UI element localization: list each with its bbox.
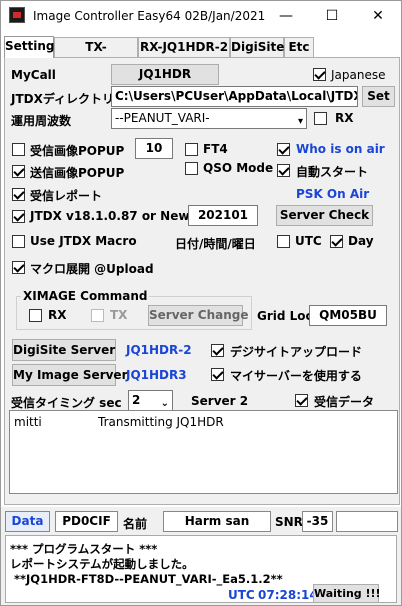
tab-tx[interactable]: TX-JQ1HDR3: [54, 37, 138, 72]
utc-checkbox[interactable]: [277, 235, 290, 248]
jtdx-version-input[interactable]: 202101: [188, 205, 258, 226]
digisite-upload-checkbox[interactable]: [211, 344, 224, 357]
rx-timing-select[interactable]: 2 ⌄: [128, 390, 173, 411]
japanese-checkbox[interactable]: [313, 68, 326, 81]
rx-timing-label: 受信タイミング sec: [11, 396, 122, 410]
auto-start-checkbox[interactable]: [277, 164, 290, 177]
psk-on-air-label[interactable]: PSK On Air: [296, 187, 369, 201]
callsign-display: PD0CIF: [55, 511, 118, 532]
tx-image-popup-checkbox[interactable]: [12, 165, 25, 178]
tab-setting[interactable]: Setting: [4, 36, 55, 58]
qso-mode-label: QSO Mode: [203, 161, 274, 175]
ximage-rx-checkbox[interactable]: [29, 309, 42, 322]
log-row-name: mitti: [14, 415, 42, 429]
minimize-button[interactable]: —: [263, 1, 309, 31]
message-line-3: **JQ1HDR-FT8D--PEANUT_VARI-_Ea5.1.2**: [14, 572, 283, 586]
rx-checkbox[interactable]: [314, 112, 327, 125]
digisite-server-button[interactable]: DigiSite Server: [12, 339, 116, 361]
jtdx-version-label: JTDX v18.1.0.87 or Newer: [30, 209, 204, 223]
use-jtdx-macro-label: Use JTDX Macro: [30, 234, 137, 248]
mycall-button[interactable]: JQ1HDR: [111, 64, 219, 85]
digisite-server-value: JQ1HDR-2: [126, 343, 192, 357]
rx-timing-value: 2: [132, 393, 141, 407]
window-title: Image Controller Easy64 02B/Jan/2021: [33, 9, 266, 23]
freq-label: 運用周波数: [11, 114, 72, 128]
tab-digisite[interactable]: DigiSite: [230, 37, 284, 57]
title-bar: Image Controller Easy64 02B/Jan/2021 — ☐…: [1, 1, 401, 31]
snr-label: SNR: [275, 515, 303, 529]
use-jtdx-macro-checkbox[interactable]: [12, 235, 25, 248]
rx-data-checkbox[interactable]: [295, 394, 308, 407]
log-row: mitti: [14, 415, 42, 429]
chevron-down-icon: ⌄: [160, 398, 169, 409]
jtdx-version-checkbox[interactable]: [12, 210, 25, 223]
rx-report-label: 受信レポート: [30, 189, 103, 203]
data-label[interactable]: Data: [5, 511, 50, 532]
day-checkbox[interactable]: [330, 235, 343, 248]
rx-data-label: 受信データ: [314, 395, 375, 409]
popup-count-input[interactable]: 10: [135, 138, 173, 159]
freq-select-value: --PEANUT_VARI-: [115, 111, 210, 125]
my-image-server-button[interactable]: My Image Server: [12, 364, 128, 386]
ft4-label: FT4: [203, 142, 228, 156]
freq-select[interactable]: --PEANUT_VARI- ▾: [111, 108, 307, 129]
utc-label: UTC: [295, 234, 322, 248]
status-area: Data PD0CIF 名前 Harm san SNR -35 *** プログラ…: [1, 507, 401, 605]
auto-start-label: 自動スタート: [296, 165, 369, 179]
message-line-2: レポートシステムが起動しました。: [10, 557, 194, 571]
who-on-air-checkbox[interactable]: [277, 143, 290, 156]
grid-loc-input[interactable]: QM05BU: [309, 305, 387, 326]
tab-rx[interactable]: RX-JQ1HDR-2: [138, 37, 230, 57]
message-box: *** プログラムスタート *** レポートシステムが起動しました。 **JQ1…: [5, 535, 397, 603]
waiting-button[interactable]: Waiting !!!: [313, 584, 381, 603]
tab-etc[interactable]: Etc: [284, 37, 314, 57]
qso-mode-checkbox[interactable]: [185, 162, 198, 175]
japanese-label: Japanese: [331, 68, 386, 82]
digisite-upload-label: デジサイトアップロード: [230, 345, 363, 359]
ximage-rx-label: RX: [48, 308, 67, 322]
grid-loc-label: Grid Loc: [257, 309, 313, 323]
name-display: Harm san: [163, 511, 271, 532]
tx-image-popup-label: 送信画像POPUP: [30, 166, 125, 180]
rx-label: RX: [335, 111, 354, 125]
date-time-label: 日付/時間/曜日: [175, 237, 256, 251]
macro-upload-label: マクロ展開 @Upload: [30, 262, 154, 276]
my-image-server-value: JQ1HDR3: [126, 368, 187, 382]
ft4-checkbox[interactable]: [185, 143, 198, 156]
use-my-server-label: マイサーバーを使用する: [230, 369, 362, 383]
tab-strip: Setting TX-JQ1HDR3 RX-JQ1HDR-2 DigiSite …: [1, 36, 401, 72]
use-my-server-checkbox[interactable]: [211, 368, 224, 381]
rx-image-popup-label: 受信画像POPUP: [30, 144, 125, 158]
ximage-tx-checkbox[interactable]: [91, 309, 104, 322]
close-button[interactable]: ✕: [355, 1, 401, 31]
set-button[interactable]: Set: [362, 86, 395, 107]
rx-report-checkbox[interactable]: [12, 188, 25, 201]
ximage-group-label: XIMAGE Command: [21, 289, 150, 303]
extra-display: [336, 511, 398, 532]
jtdx-dir-label: JTDXディレクトリ: [11, 92, 115, 106]
log-list[interactable]: mitti Transmitting JQ1HDR: [9, 410, 398, 494]
jtdx-dir-input[interactable]: C:\Users\PCUser\AppData\Local\JTDX: [111, 86, 358, 107]
macro-upload-checkbox[interactable]: [12, 261, 25, 274]
utc-time-value: 07:28:14: [258, 588, 318, 602]
app-logo-icon: [9, 7, 25, 23]
ximage-tx-label: TX: [110, 308, 128, 322]
day-label: Day: [348, 234, 374, 248]
server-change-button[interactable]: Server Change: [148, 305, 248, 326]
name-label: 名前: [123, 517, 148, 531]
log-row-text: Transmitting JQ1HDR: [98, 415, 224, 429]
rx-image-popup-checkbox[interactable]: [12, 143, 25, 156]
server-check-button[interactable]: Server Check: [276, 205, 373, 226]
settings-panel: MyCall JQ1HDR Japanese JTDXディレクトリ C:\Use…: [4, 57, 400, 505]
server2-label: Server 2: [191, 394, 249, 408]
snr-display: -35: [302, 511, 333, 532]
who-on-air-label: Who is on air: [296, 142, 385, 156]
message-line-1: *** プログラムスタート ***: [10, 542, 158, 556]
maximize-button[interactable]: ☐: [309, 1, 355, 31]
app-window: Image Controller Easy64 02B/Jan/2021 — ☐…: [0, 0, 402, 606]
chevron-down-icon: ▾: [297, 116, 303, 127]
mycall-label: MyCall: [11, 68, 56, 82]
utc-time-label: UTC: [228, 588, 255, 602]
